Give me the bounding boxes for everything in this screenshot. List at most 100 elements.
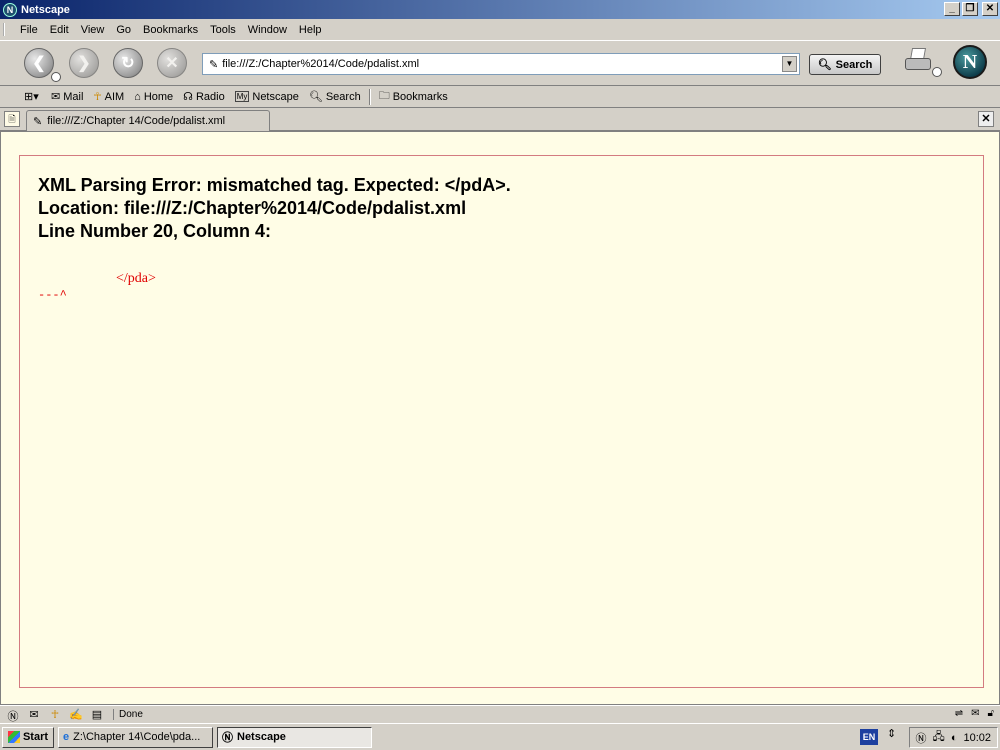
status-indicators: ⇌ ✉ 🔓︎ [955, 708, 994, 719]
menu-edit[interactable]: Edit [44, 24, 75, 36]
error-location: Location: file:///Z:/Chapter%2014/Code/p… [38, 198, 467, 218]
my-netscape-button[interactable]: My Netscape [230, 91, 304, 103]
error-pointer: ---^ [38, 288, 67, 302]
aim-status-icon[interactable]: ☥ [47, 708, 63, 722]
taskbar-item-label: Z:\Chapter 14\Code\pda... [73, 731, 201, 743]
search-button-label: Search [835, 58, 873, 71]
windows-taskbar: Start e Z:\Chapter 14\Code\pda... Ⓝ Nets… [0, 723, 1000, 750]
url-history-dropdown[interactable]: ▼ [782, 56, 797, 72]
composer-status-icon[interactable]: ✍ [68, 708, 84, 722]
new-tab-button[interactable]: 🗎 [4, 111, 20, 127]
close-tab-button[interactable]: ✕ [978, 111, 994, 127]
address-book-status-icon[interactable]: ▤ [89, 708, 105, 722]
menu-file[interactable]: File [14, 24, 44, 36]
menu-help[interactable]: Help [293, 24, 328, 36]
netscape-task-icon: Ⓝ [222, 732, 233, 744]
print-dropdown-button[interactable] [932, 67, 942, 77]
menu-view[interactable]: View [75, 24, 111, 36]
url-input[interactable] [222, 58, 763, 70]
security-lock-icon: 🔓︎ [987, 708, 994, 719]
system-tray: Ⓝ 🖧 ◐ 10:02 [908, 727, 998, 748]
mail-label: Mail [63, 90, 84, 103]
reload-button[interactable]: ↻ [113, 48, 143, 78]
minimize-button[interactable]: _ [944, 2, 960, 16]
netscape-throbber-logo[interactable]: N [953, 45, 987, 79]
xml-error-box: XML Parsing Error: mismatched tag. Expec… [19, 155, 984, 688]
windows-flag-icon [7, 731, 20, 743]
forward-button[interactable]: ❯ [69, 48, 99, 78]
menu-bookmarks[interactable]: Bookmarks [137, 24, 204, 36]
error-source-text: </pda> [116, 271, 156, 286]
search-toolbar-button[interactable]: 🔍︎ Search [304, 90, 366, 104]
search-icon: 🔍︎ [308, 91, 323, 103]
search-button[interactable]: 🔍︎ Search [809, 54, 881, 75]
navigation-toolbar: ❮ ❯ ↻ ✕ ✎ ▼ 🔍︎ Search [0, 40, 1000, 86]
search-toolbar-label: Search [325, 90, 361, 103]
netscape-status-icon[interactable]: Ⓝ [5, 708, 21, 723]
error-message: XML Parsing Error: mismatched tag. Expec… [38, 175, 511, 195]
radio-button[interactable]: ☊ Radio [178, 90, 230, 104]
restore-button[interactable]: ❐ [962, 2, 978, 16]
status-text: Done [113, 709, 763, 720]
online-connection-icon[interactable]: ⇌ [955, 708, 963, 719]
new-tab-icon[interactable]: ⊞▾ [24, 90, 46, 103]
aim-button[interactable]: ☥ AIM [88, 90, 129, 104]
page-content: XML Parsing Error: mismatched tag. Expec… [0, 131, 1000, 705]
menu-go[interactable]: Go [110, 24, 137, 36]
menu-bar: File Edit View Go Bookmarks Tools Window… [0, 19, 1000, 40]
printer-icon [905, 58, 931, 70]
taskbar-item-netscape[interactable]: Ⓝ Netscape [217, 726, 372, 748]
forward-arrow-icon: ❯ [77, 55, 91, 72]
home-button[interactable]: ⌂ Home [129, 91, 178, 103]
window-controls: _ ❐ ✕ [944, 2, 998, 16]
my-netscape-icon: My [234, 91, 250, 102]
stop-button[interactable]: ✕ [157, 48, 187, 78]
stop-icon: ✕ [165, 55, 179, 72]
start-button[interactable]: Start [2, 726, 54, 748]
home-icon: ⌂ [134, 90, 141, 103]
bookmarks-icon: 🗀 [378, 90, 390, 102]
file-url-icon: ✎ [209, 58, 219, 71]
back-dropdown-button[interactable] [51, 72, 61, 82]
reload-icon: ↻ [121, 55, 135, 72]
tab-pdalist[interactable]: ✎ file:///Z:/Chapter 14/Code/pdalist.xml [26, 110, 270, 131]
ie-icon: e [63, 731, 70, 743]
language-switch-icon[interactable]: ⇕ [887, 727, 896, 740]
window-title: Netscape [21, 3, 70, 16]
magnifier-icon: 🔍︎ [817, 59, 832, 71]
my-netscape-label: Netscape [252, 90, 299, 103]
clock[interactable]: 10:02 [963, 732, 991, 744]
bookmarks-label: Bookmarks [392, 90, 448, 103]
file-tab-icon: ✎ [33, 115, 43, 128]
url-bar: ✎ ▼ [202, 53, 800, 75]
netscape-app-icon: N [3, 2, 17, 17]
start-label: Start [22, 731, 49, 743]
close-button[interactable]: ✕ [982, 2, 998, 16]
mail-status-icon[interactable]: ✉ [26, 708, 42, 722]
mail-icon: ✉ [51, 91, 61, 103]
toolbar-grip[interactable] [3, 23, 9, 36]
print-button[interactable] [903, 48, 933, 74]
radio-icon: ☊ [183, 91, 193, 103]
radio-label: Radio [195, 90, 225, 103]
menu-window[interactable]: Window [242, 24, 293, 36]
back-button[interactable]: ❮ [24, 48, 54, 78]
netscape-tray-icon[interactable]: Ⓝ [916, 730, 927, 746]
personal-toolbar: ⊞▾ ✉ Mail ☥ AIM ⌂ Home ☊ Radio My Netscape 🔍︎… [0, 86, 1000, 108]
toolbar-separator [368, 88, 371, 105]
language-indicator[interactable]: EN [860, 729, 878, 745]
volume-tray-icon[interactable]: ◐ [951, 732, 958, 744]
title-bar: N Netscape _ ❐ ✕ [0, 0, 1000, 19]
mail-button[interactable]: ✉ Mail [46, 90, 88, 104]
home-label: Home [143, 90, 174, 103]
error-line-number: Line Number 20, Column 4: [38, 221, 272, 241]
taskbar-item-label: Netscape [237, 731, 286, 743]
status-bar: Ⓝ ✉ ☥ ✍ ▤ Done ⇌ ✉ 🔓︎ [0, 705, 1000, 723]
menu-tools[interactable]: Tools [204, 24, 242, 36]
tab-bar: 🗎 ✎ file:///Z:/Chapter 14/Code/pdalist.x… [0, 108, 1000, 131]
bookmarks-button[interactable]: 🗀 Bookmarks [374, 87, 453, 106]
network-tray-icon[interactable]: 🖧 [933, 728, 945, 747]
aim-icon: ☥ [93, 91, 102, 103]
popup-blocker-icon[interactable]: ✉ [971, 708, 979, 719]
taskbar-item-explorer[interactable]: e Z:\Chapter 14\Code\pda... [58, 726, 213, 748]
